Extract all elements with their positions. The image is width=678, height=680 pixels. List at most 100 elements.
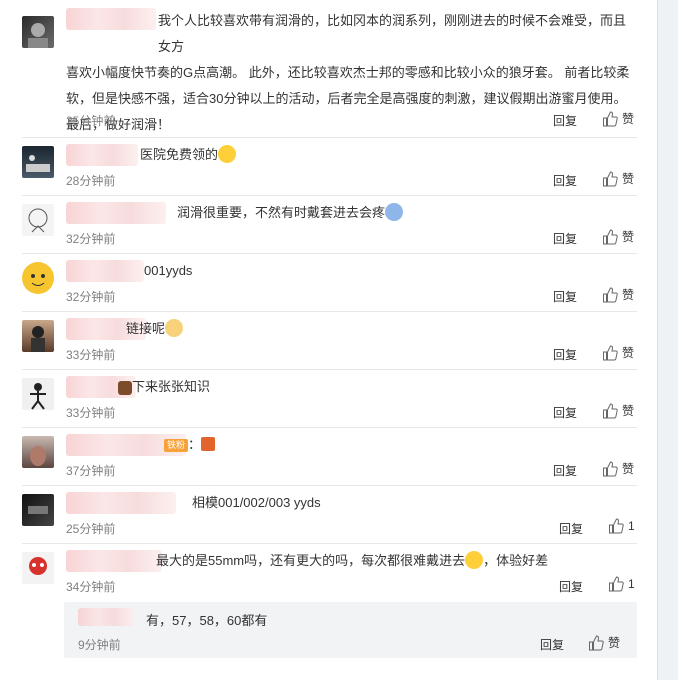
reply-button[interactable]: 回复 (553, 288, 577, 305)
comment-item: 001yyds 32分钟前 回复 赞 (22, 254, 637, 312)
reply-button[interactable]: 回复 (559, 520, 583, 537)
comment-time: 25分钟前 (66, 522, 116, 536)
mute-emoji (201, 437, 216, 451)
comment-text: 最大的是55mm吗，还有更大的吗，每次都很难戴进去 ，体验好差 (156, 551, 549, 569)
reply-button[interactable]: 回复 (553, 230, 577, 247)
like-button[interactable]: 赞 (602, 460, 634, 477)
like-button[interactable]: 赞 (602, 344, 634, 361)
username-blurred[interactable] (66, 550, 162, 572)
avatar-image (26, 155, 50, 172)
avatar-image (28, 506, 48, 514)
avatar-image (28, 23, 48, 48)
username-blurred[interactable] (66, 144, 138, 166)
comment-time: 34分钟前 (66, 580, 116, 594)
cheer-emoji (118, 381, 132, 395)
comment-text: 链接呢 (126, 316, 184, 342)
comment-time: 32分钟前 (66, 232, 116, 246)
avatar[interactable] (22, 16, 54, 48)
like-button[interactable]: 1 (608, 518, 635, 534)
like-label: 赞 (622, 462, 635, 476)
comment-time: 33分钟前 (66, 348, 116, 362)
sub-reply: 有，57，58，60都有 9分钟前 回复 赞 (64, 602, 637, 658)
thumbs-up-icon (603, 344, 618, 360)
comment-item: 下来张张知识 33分钟前 回复 赞 (22, 370, 637, 428)
thumbs-up-icon (603, 460, 618, 476)
like-button[interactable]: 1 (608, 576, 635, 592)
comment-time: 25分钟前 (66, 114, 116, 128)
avatar-image (29, 557, 47, 575)
like-label: 赞 (622, 112, 635, 126)
comment-item: 链接呢 33分钟前 回复 赞 (22, 312, 637, 370)
comment-text: 相模001/002/003 yyds (192, 495, 321, 510)
like-label: 赞 (622, 288, 635, 302)
like-label: 赞 (622, 404, 635, 418)
like-count: 1 (628, 519, 635, 533)
reply-button[interactable]: 回复 (553, 346, 577, 363)
username-blurred[interactable] (66, 260, 144, 282)
like-button[interactable]: 赞 (602, 286, 634, 303)
laugh-cry-emoji (218, 145, 237, 163)
like-label: 赞 (622, 346, 635, 360)
thumbs-up-icon (603, 110, 618, 126)
reply-button[interactable]: 回复 (553, 462, 577, 479)
reply-button[interactable]: 回复 (553, 172, 577, 189)
sub-reply-time: 9分钟前 (78, 638, 121, 652)
like-button[interactable]: 赞 (602, 402, 634, 419)
username-blurred[interactable] (78, 608, 134, 626)
comment-item: 医院免费领的 28分钟前 回复 赞 (22, 138, 637, 196)
comment-panel: 我个人比较喜欢带有润滑的，比如冈本的润系列，刚刚进去的时候不会难受，而且女方 喜… (0, 0, 658, 680)
avatar[interactable] (22, 436, 54, 468)
username-blurred[interactable] (66, 202, 166, 224)
avatar[interactable] (22, 262, 54, 294)
avatar[interactable] (22, 552, 54, 584)
comment-item: 我个人比较喜欢带有润滑的，比如冈本的润系列，刚刚进去的时候不会难受，而且女方 喜… (22, 8, 637, 138)
avatar[interactable] (22, 320, 54, 352)
crying-emoji (385, 203, 404, 221)
reply-button[interactable]: 回复 (540, 636, 564, 653)
comment-text: 铁粉： (164, 432, 216, 458)
comment-text: 下来张张知识 (118, 374, 210, 400)
avatar[interactable] (22, 146, 54, 178)
like-button[interactable]: 赞 (602, 170, 634, 187)
cat-face-emoji (165, 319, 184, 337)
comment-item: 铁粉： 37分钟前 回复 赞 (22, 428, 637, 486)
thumbs-up-icon (609, 518, 624, 534)
comment-time: 28分钟前 (66, 174, 116, 188)
avatar[interactable] (22, 494, 54, 526)
username-blurred[interactable] (66, 492, 176, 514)
avatar-image (30, 446, 46, 466)
thumbs-up-icon (603, 170, 618, 186)
comment-time: 37分钟前 (66, 464, 116, 478)
avatar-image (28, 208, 48, 233)
avatar-image (31, 274, 45, 286)
like-button[interactable]: 赞 (588, 634, 620, 651)
like-label: 赞 (622, 172, 635, 186)
comment-text: 医院免费领的 (140, 142, 237, 168)
thumbs-up-icon (603, 286, 618, 302)
thumbs-up-icon (603, 402, 618, 418)
comment-item: 润滑很重要，不然有时戴套进去会疼 32分钟前 回复 赞 (22, 196, 637, 254)
comment-item: 相模001/002/003 yyds 25分钟前 回复 1 (22, 486, 637, 544)
avatar[interactable] (22, 378, 54, 410)
comment-time: 32分钟前 (66, 290, 116, 304)
reply-button[interactable]: 回复 (553, 112, 577, 129)
reply-button[interactable]: 回复 (559, 578, 583, 595)
comment-text: 我个人比较喜欢带有润滑的，比如冈本的润系列，刚刚进去的时候不会难受，而且女方 喜… (66, 13, 630, 132)
laugh-cry-emoji (465, 551, 484, 569)
like-label: 赞 (622, 230, 635, 244)
avatar-image (30, 383, 46, 410)
fan-badge: 铁粉 (164, 439, 189, 452)
sub-reply-text: 有，57，58，60都有 (146, 613, 268, 628)
avatar-image (31, 326, 45, 352)
comment-time: 33分钟前 (66, 406, 116, 420)
like-button[interactable]: 赞 (602, 228, 634, 245)
like-count: 1 (628, 577, 635, 591)
comment-text: 润滑很重要，不然有时戴套进去会疼 (177, 200, 404, 226)
avatar[interactable] (22, 204, 54, 236)
reply-button[interactable]: 回复 (553, 404, 577, 421)
comment-text: 001yyds (144, 263, 193, 278)
like-button[interactable]: 赞 (602, 110, 634, 127)
like-label: 赞 (608, 636, 621, 650)
thumbs-up-icon (609, 576, 624, 592)
thumbs-up-icon (589, 634, 604, 650)
